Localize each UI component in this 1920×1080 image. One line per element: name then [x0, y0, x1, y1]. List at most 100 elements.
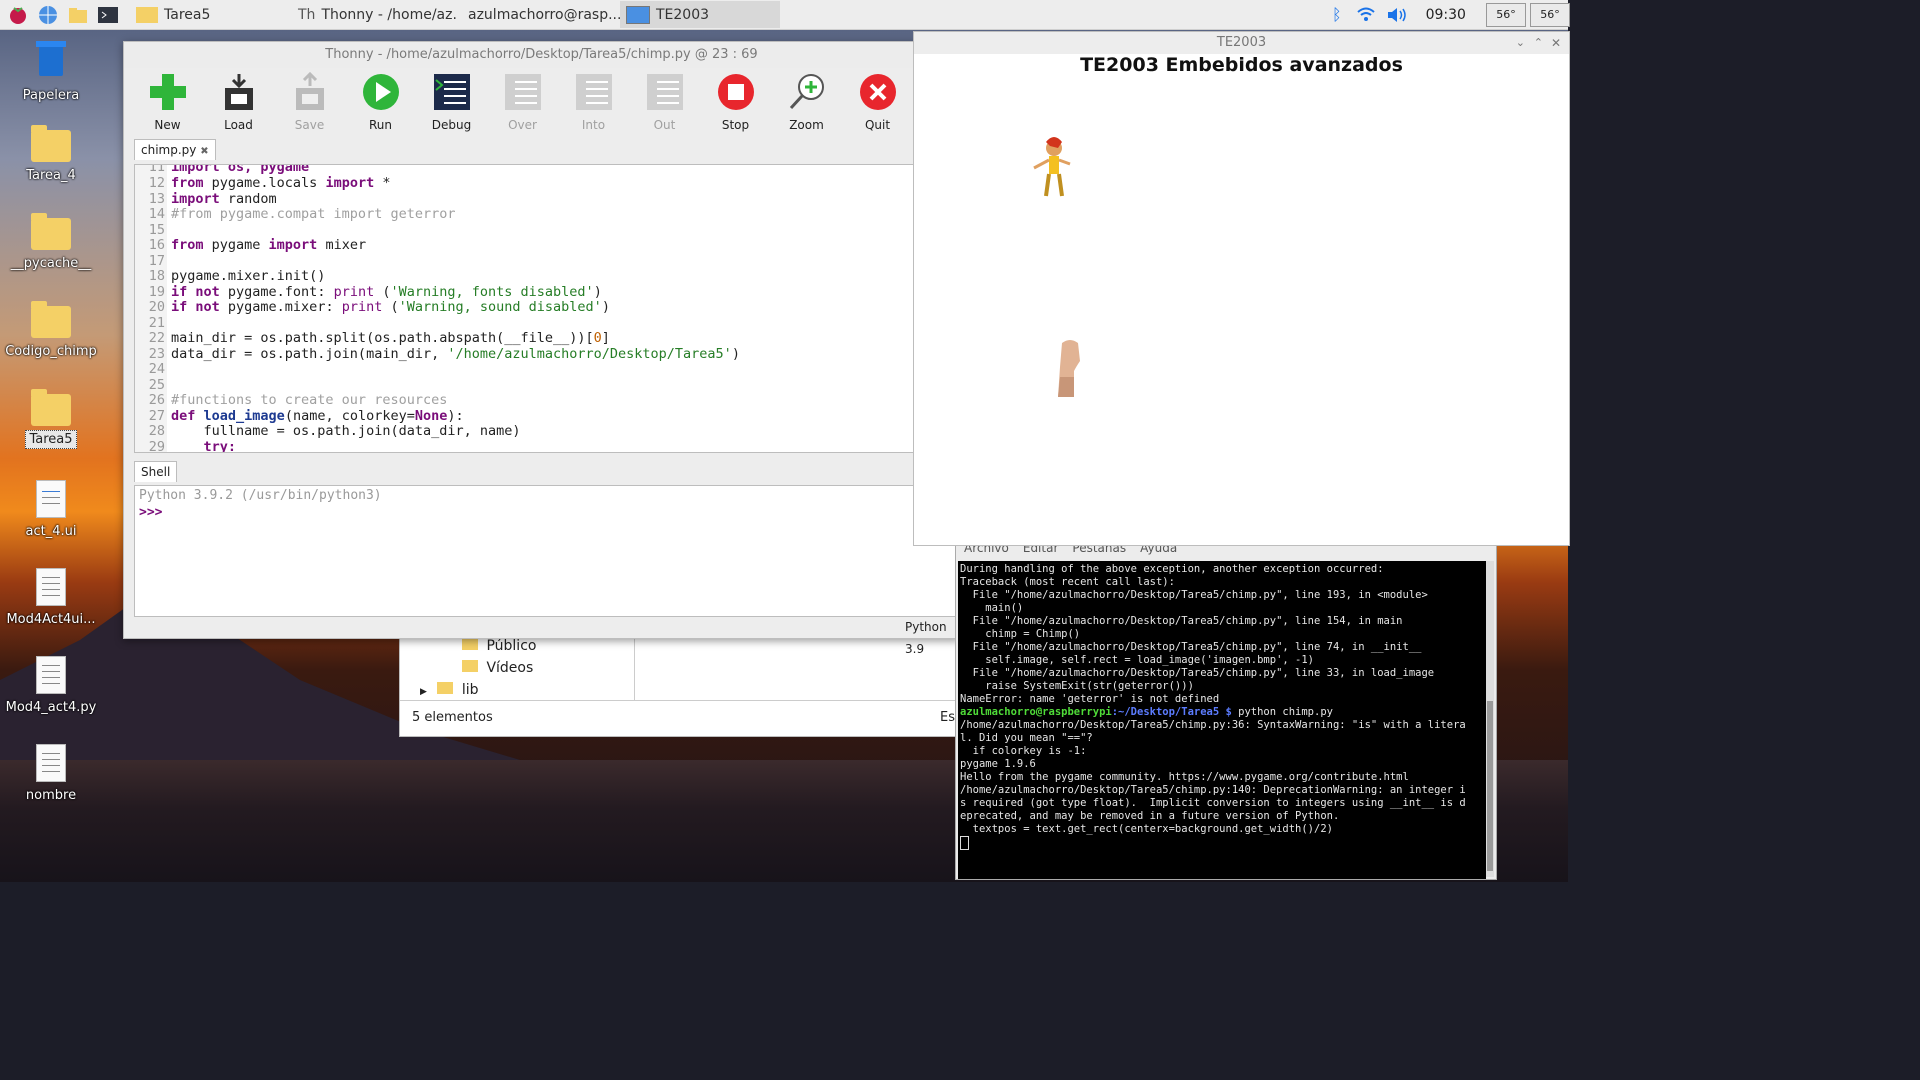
- desktop-icon-trash[interactable]: Papelera: [4, 36, 98, 103]
- load-button[interactable]: Load: [203, 68, 274, 134]
- code-line-current: 23 data_dir = os.path.join(main_dir, '/ho…: [148, 346, 740, 362]
- step-over-icon: [504, 74, 541, 110]
- task-terminal[interactable]: azulmachorro@rasp...: [456, 1, 620, 28]
- interpreter-status[interactable]: Python 3.9: [905, 616, 959, 660]
- game-heading: TE2003 Embebidos avanzados: [1080, 54, 1403, 76]
- tree-item[interactable]: ▶ lib: [420, 682, 479, 698]
- desktop-icon-folder[interactable]: __pycache__: [4, 212, 98, 271]
- scrollbar[interactable]: [1486, 561, 1494, 877]
- debug-button[interactable]: Debug: [416, 68, 487, 134]
- raspberry-menu-icon[interactable]: [6, 3, 30, 27]
- desktop-icon-file[interactable]: Mod4_act4.py: [4, 652, 98, 715]
- terminal-line: chimp = Chimp(): [960, 628, 1081, 640]
- run-button[interactable]: Run: [345, 68, 416, 134]
- cpu-temp[interactable]: 56°: [1485, 2, 1526, 27]
- shell-prompt: >>>: [139, 505, 163, 520]
- quit-button[interactable]: Quit: [842, 68, 913, 134]
- code-line: 15: [148, 222, 165, 238]
- desktop-icon-file[interactable]: act_4.ui: [4, 476, 98, 539]
- new-button[interactable]: New: [132, 68, 203, 134]
- tool-label: Quit: [864, 118, 891, 132]
- desktop-icon-folder[interactable]: Tarea_4: [4, 124, 98, 183]
- desktop-icon-folder[interactable]: Codigo_chimp: [4, 300, 98, 359]
- text-file-icon: [36, 744, 66, 782]
- expand-arrow-icon[interactable]: ▶: [420, 687, 427, 697]
- desktop-icon-label: Tarea5: [25, 430, 77, 449]
- close-icon[interactable]: ✖: [200, 146, 208, 157]
- tool-label: Out: [653, 118, 676, 132]
- shell-console[interactable]: Python 3.9.2 (/usr/bin/python3) >>>: [134, 485, 961, 617]
- terminal-line: File "/home/azulmachorro/Desktop/Tarea5/…: [960, 641, 1422, 653]
- step-over-button[interactable]: Over: [487, 68, 558, 134]
- desktop-icon-label: Codigo_chimp: [5, 344, 97, 359]
- volume-icon[interactable]: [1386, 6, 1410, 24]
- code-line: 22 main_dir = os.path.split(os.path.abspa…: [148, 330, 610, 346]
- task-te2003[interactable]: TE2003: [620, 1, 780, 28]
- close-icon[interactable]: ✕: [1551, 32, 1561, 54]
- code-line: 11 import os, pygame: [148, 164, 310, 175]
- terminal-output[interactable]: During handling of the above exception, …: [958, 561, 1486, 879]
- debug-icon: [433, 74, 470, 110]
- toolbar: New Load Save Run Debug Over Into Out St…: [124, 68, 959, 134]
- pygame-titlebar: TE2003 ⌄ ⌃ ✕: [914, 32, 1569, 54]
- tool-label: Load: [224, 118, 253, 132]
- tree-item[interactable]: Público: [462, 638, 536, 654]
- file-manager-icon[interactable]: [66, 3, 90, 27]
- terminal-line: textpos = text.get_rect(centerx=backgrou…: [960, 823, 1333, 835]
- task-filemanager[interactable]: Tarea5: [130, 1, 292, 28]
- tab-label: chimp.py: [141, 143, 197, 157]
- save-button[interactable]: Save: [274, 68, 345, 134]
- terminal-line: l. Did you mean "=="?: [960, 732, 1093, 744]
- scrollbar-thumb[interactable]: [1487, 701, 1493, 871]
- save-icon: [295, 72, 324, 110]
- code-line: 20 if not pygame.mixer: print ('Warning, …: [148, 299, 610, 315]
- tree-item-label: Vídeos: [486, 660, 534, 676]
- step-out-button[interactable]: Out: [629, 68, 700, 134]
- terminal-line: raise SystemExit(str(geterror())): [960, 680, 1194, 692]
- tree-item[interactable]: Vídeos: [462, 660, 533, 676]
- editor-tabs: chimp.py ✖: [134, 139, 216, 163]
- terminal-line: self.image, self.rect = load_image('imag…: [960, 654, 1315, 666]
- folder-icon: [31, 389, 71, 426]
- zoom-button[interactable]: Zoom: [771, 68, 842, 134]
- desktop-icon-label: Mod4_act4.py: [5, 700, 97, 715]
- terminal-line: s required (got type float). Implicit co…: [960, 797, 1466, 809]
- stop-button[interactable]: Stop: [700, 68, 771, 134]
- desktop-icon-folder-selected[interactable]: Tarea5: [4, 388, 98, 449]
- maximize-icon[interactable]: ⌃: [1534, 32, 1543, 54]
- desktop-icon-file[interactable]: nombre: [4, 740, 98, 803]
- pane-divider: [634, 638, 635, 700]
- tab-chimp-py[interactable]: chimp.py ✖: [134, 139, 216, 160]
- thonny-window: Thonny - /home/azulmachorro/Desktop/Tare…: [123, 41, 961, 656]
- desktop-icon-file[interactable]: Mod4Act4ui...: [4, 564, 98, 627]
- desktop-icon-label: Mod4Act4ui...: [6, 612, 96, 627]
- window-title: Thonny - /home/azulmachorro/Desktop/Tare…: [124, 42, 959, 68]
- minimize-icon[interactable]: ⌄: [1516, 32, 1525, 54]
- folder-icon: [31, 125, 71, 162]
- step-into-button[interactable]: Into: [558, 68, 629, 134]
- terminal-icon[interactable]: [96, 3, 120, 27]
- code-line: 16 from pygame import mixer: [148, 237, 367, 253]
- tab-shell[interactable]: Shell: [134, 461, 178, 482]
- bluetooth-icon[interactable]: ᛒ: [1332, 5, 1342, 24]
- tool-label: Debug: [431, 118, 472, 132]
- desktop-icon-label: nombre: [25, 788, 77, 803]
- task-thonny[interactable]: Th Thonny - /home/az...: [292, 1, 456, 28]
- folder-icon: [437, 682, 454, 694]
- tree-item-label: Público: [486, 638, 537, 654]
- tool-label: New: [154, 118, 181, 132]
- clock[interactable]: 09:30: [1426, 7, 1466, 23]
- cpu-temp[interactable]: 56°: [1529, 2, 1570, 27]
- browser-icon[interactable]: [36, 3, 60, 27]
- code-line: 24: [148, 361, 165, 377]
- terminal-line: NameError: name 'geterror' is not define…: [960, 693, 1220, 705]
- terminal-line: /home/azulmachorro/Desktop/Tarea5/chimp.…: [960, 719, 1466, 731]
- wifi-icon[interactable]: [1356, 6, 1376, 24]
- text-file-icon: [36, 568, 66, 606]
- terminal-line: Traceback (most recent call last):: [960, 576, 1175, 588]
- desktop-icon-label: Tarea_4: [26, 168, 76, 183]
- code-editor[interactable]: 11 import os, pygame 12 from pygame.locals…: [134, 164, 961, 453]
- terminal-line: eprecated, and may be removed in a futur…: [960, 810, 1340, 822]
- status-text: Es: [940, 710, 955, 725]
- terminal-line: File "/home/azulmachorro/Desktop/Tarea5/…: [960, 589, 1428, 601]
